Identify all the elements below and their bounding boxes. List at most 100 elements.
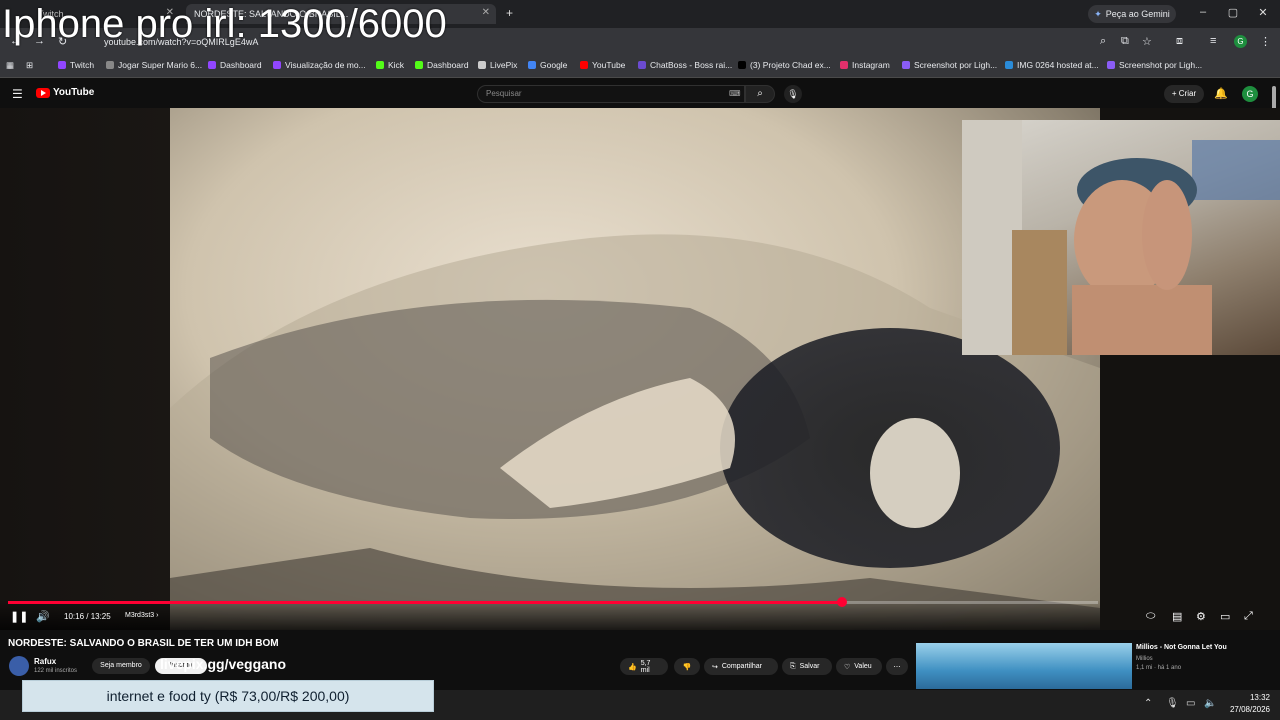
bookmark-label: Screenshot por Ligh...: [1119, 60, 1203, 70]
clock-date[interactable]: 27/08/2026: [1226, 705, 1270, 714]
bookmark-star-icon[interactable]: ☆: [1142, 35, 1152, 48]
bookmark-label: Kick: [388, 60, 405, 70]
bookmark-item[interactable]: YouTube: [580, 60, 625, 70]
webcam-illustration: [962, 120, 1280, 355]
bookmark-item[interactable]: Instagram: [840, 60, 890, 70]
microphone-tray-icon[interactable]: 🎙: [1166, 698, 1179, 709]
fullscreen-icon[interactable]: ⤢: [1244, 610, 1253, 623]
account-avatar[interactable]: G: [1242, 86, 1258, 102]
tray-chevron-icon[interactable]: ⌃: [1144, 698, 1152, 709]
search-input[interactable]: Pesquisar: [477, 85, 745, 103]
thumbs-down-icon: 👎: [682, 663, 692, 671]
menu-icon[interactable]: ☰: [12, 87, 23, 101]
join-button[interactable]: Seja membro: [92, 658, 150, 674]
minimize-icon[interactable]: –: [1196, 6, 1210, 18]
heart-dollar-icon: ♡: [844, 663, 851, 671]
chapter-text: M3rd3st3: [125, 612, 155, 619]
bookmark-favicon-icon: [208, 61, 216, 69]
bookmark-item[interactable]: Screenshot por Ligh...: [1107, 60, 1202, 70]
theater-mode-icon[interactable]: ▭: [1220, 610, 1230, 623]
bookmark-item[interactable]: LivePix: [478, 60, 517, 70]
bookmark-label: Screenshot por Ligh...: [914, 60, 998, 70]
save-label: Salvar: [799, 663, 820, 670]
bookmark-item[interactable]: Visualização de mo...: [273, 60, 366, 70]
close-icon[interactable]: ✕: [482, 7, 490, 18]
thanks-label: Valeu: [854, 663, 872, 670]
speaker-icon[interactable]: 🔈: [1204, 698, 1216, 709]
settings-gear-icon[interactable]: ⚙: [1196, 610, 1206, 623]
channel-name[interactable]: Rafux: [34, 657, 56, 666]
pause-icon[interactable]: ❚❚: [10, 610, 28, 623]
thanks-button[interactable]: ♡ Valeu: [836, 658, 882, 675]
like-button[interactable]: 👍 5,7 mil: [620, 658, 668, 675]
recommended-title[interactable]: Millios - Not Gonna Let You: [1136, 644, 1227, 651]
youtube-logo[interactable]: YouTube: [36, 87, 94, 98]
bookmark-favicon-icon: [738, 61, 746, 69]
donation-link-overlay: livepix.gg/veggano: [160, 656, 287, 672]
volume-icon[interactable]: 🔊: [36, 610, 50, 623]
bookmark-item[interactable]: Google: [528, 60, 567, 70]
video-title: NORDESTE: SALVANDO O BRASIL DE TER UM ID…: [8, 638, 279, 649]
bookmark-label: (3) Projeto Chad ex...: [750, 60, 831, 70]
maximize-icon[interactable]: ▢: [1226, 6, 1240, 19]
more-icon: ⋯: [893, 663, 901, 671]
subtitles-icon[interactable]: ▤: [1172, 610, 1182, 623]
bookmark-favicon-icon: [58, 61, 66, 69]
bookmark-item[interactable]: (3) Projeto Chad ex...: [738, 60, 831, 70]
profile-avatar[interactable]: G: [1234, 35, 1247, 48]
network-icon[interactable]: ▭: [1186, 698, 1195, 709]
bookmark-item[interactable]: Dashboard: [208, 60, 262, 70]
like-count: 5,7 mil: [640, 659, 651, 674]
bookmark-item[interactable]: Twitch: [58, 60, 94, 70]
tab-groups-icon[interactable]: ⊞: [26, 60, 33, 71]
bookmark-item[interactable]: Jogar Super Mario 6...: [106, 60, 202, 70]
bookmark-item[interactable]: ChatBoss - Boss rai...: [638, 60, 732, 70]
gemini-button[interactable]: ✦ Peça ao Gemini: [1088, 5, 1176, 23]
bookmark-favicon-icon: [415, 61, 423, 69]
share-button[interactable]: ↪ Compartilhar: [704, 658, 778, 675]
keyboard-icon[interactable]: ⌨: [729, 89, 741, 98]
dislike-button[interactable]: 👎: [674, 658, 700, 675]
bookmark-item[interactable]: Kick: [376, 60, 404, 70]
bookmark-item[interactable]: Dashboard: [415, 60, 469, 70]
bookmark-favicon-icon: [840, 61, 848, 69]
chapter-label[interactable]: M3rd3st3 ›: [125, 612, 158, 619]
bookmark-item[interactable]: Screenshot por Ligh...: [902, 60, 997, 70]
bookmark-icon: ⎘: [790, 662, 796, 670]
new-tab-icon[interactable]: +: [506, 6, 513, 20]
media-control-icon[interactable]: ≡: [1210, 35, 1216, 47]
recommended-meta: 1,1 mi · há 1 ano: [1136, 665, 1182, 671]
clock-time[interactable]: 13:32: [1246, 693, 1270, 702]
player-controls-gradient: [0, 600, 1100, 630]
search-button[interactable]: ⌕: [745, 85, 775, 103]
recommended-channel[interactable]: Millios: [1136, 656, 1153, 662]
zoom-icon[interactable]: ⌕: [1100, 35, 1106, 48]
install-app-icon[interactable]: ⧉: [1121, 35, 1129, 48]
mic-icon[interactable]: 🎙: [784, 85, 802, 103]
notifications-bell-icon[interactable]: 🔔: [1214, 87, 1228, 100]
close-window-icon[interactable]: ✕: [1256, 6, 1270, 19]
bookmark-favicon-icon: [580, 61, 588, 69]
autoplay-toggle-icon[interactable]: ⬭: [1146, 610, 1155, 623]
bookmark-favicon-icon: [273, 61, 281, 69]
extensions-icon[interactable]: ⧈: [1176, 35, 1183, 48]
bookmark-label: IMG 0264 hosted at...: [1017, 60, 1099, 70]
video-frame-historical-photo[interactable]: [170, 108, 1100, 630]
bookmark-label: Dashboard: [427, 60, 469, 70]
more-actions-button[interactable]: ⋯: [886, 658, 908, 675]
bookmark-label: ChatBoss - Boss rai...: [650, 60, 733, 70]
donation-goal-text: internet e food ty (R$ 73,00/R$ 200,00): [106, 688, 350, 704]
bookmark-favicon-icon: [1107, 61, 1115, 69]
browser-menu-icon[interactable]: ⋮: [1260, 35, 1271, 48]
progress-scrubber[interactable]: [836, 597, 847, 607]
bookmark-favicon-icon: [478, 61, 486, 69]
bookmark-item[interactable]: IMG 0264 hosted at...: [1005, 60, 1099, 70]
recommended-thumbnail[interactable]: [916, 643, 1132, 689]
apps-icon[interactable]: ▦: [6, 60, 14, 71]
save-button[interactable]: ⎘ Salvar: [782, 658, 832, 675]
time-display: 10:16 / 13:25: [64, 612, 111, 621]
bookmark-label: Dashboard: [220, 60, 262, 70]
video-letterbox-left: [0, 108, 170, 630]
channel-avatar[interactable]: [9, 656, 29, 676]
create-button[interactable]: + Criar: [1164, 85, 1204, 103]
